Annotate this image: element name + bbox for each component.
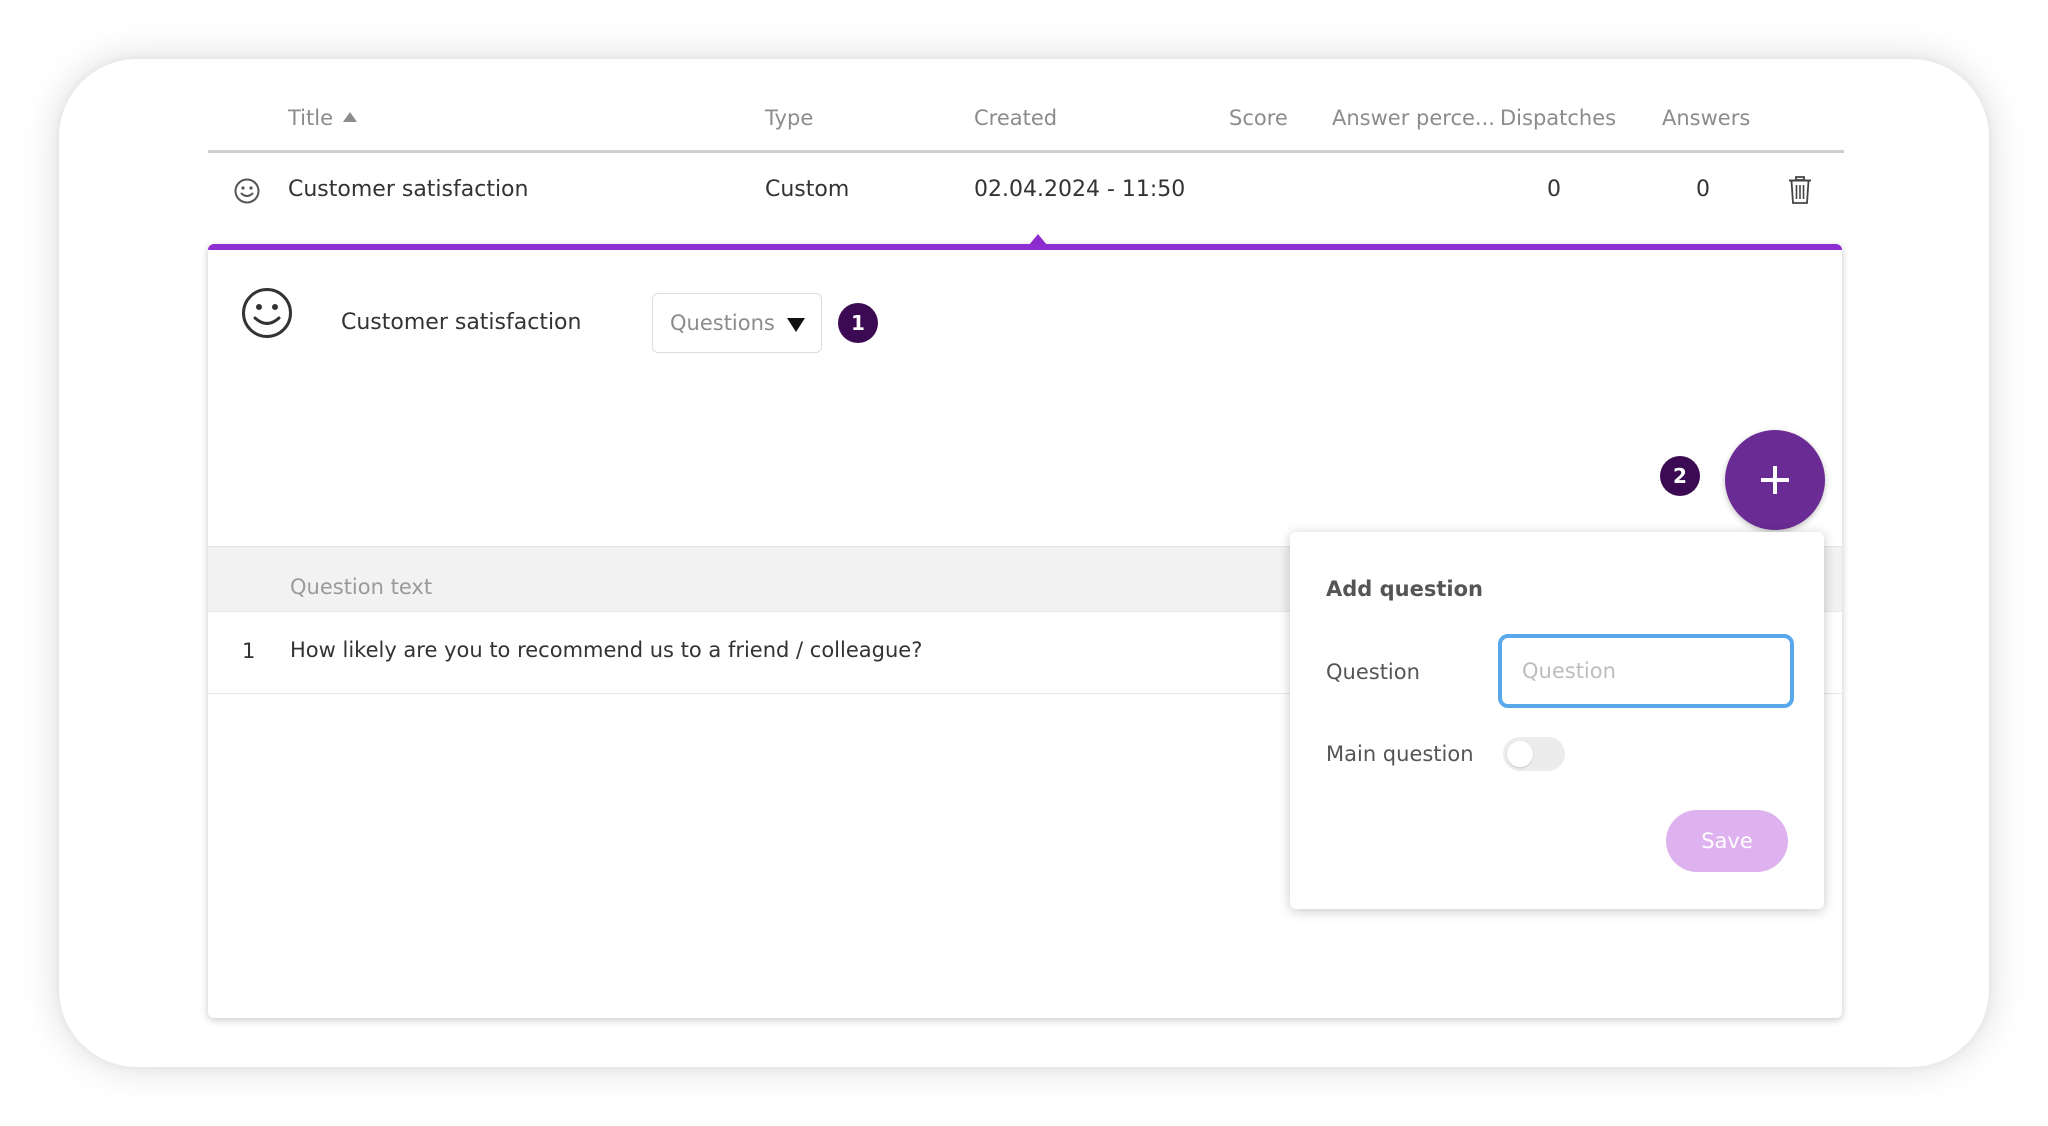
column-header-answer-percentage[interactable]: Answer perce... [1332,106,1495,130]
column-header-type[interactable]: Type [765,106,813,130]
popup-title: Add question [1326,577,1483,601]
question-text: How likely are you to recommend us to a … [290,638,923,662]
save-button[interactable]: Save [1666,810,1788,872]
table-header: Title Type Created Score Answer perce...… [208,100,1844,153]
add-question-popup: Add question Question Main question Save [1290,532,1824,909]
column-header-answers[interactable]: Answers [1662,106,1750,130]
step-marker-2: 2 [1660,456,1700,496]
column-header-dispatches[interactable]: Dispatches [1500,106,1616,130]
view-dropdown-value: Questions [670,311,775,335]
main-question-label: Main question [1326,742,1474,766]
row-type: Custom [765,177,850,202]
trash-icon[interactable] [1788,175,1812,205]
column-header-score[interactable]: Score [1229,106,1288,130]
row-title: Customer satisfaction [288,177,529,202]
sort-ascending-icon [343,112,358,122]
row-answers: 0 [1696,177,1710,202]
detail-title: Customer satisfaction [341,310,582,335]
row-dispatches: 0 [1547,177,1561,202]
toggle-knob [1507,741,1533,767]
table-row[interactable]: Customer satisfaction Custom 02.04.2024 … [208,153,1844,243]
column-header-title[interactable]: Title [288,106,358,130]
main-question-toggle[interactable] [1503,737,1565,771]
row-created: 02.04.2024 - 11:50 [974,177,1186,202]
question-number: 1 [242,639,256,663]
step-marker-1: 1 [838,303,878,343]
column-header-created[interactable]: Created [974,106,1057,130]
question-input[interactable] [1498,634,1794,708]
caret-down-icon [787,318,805,332]
question-text-column-header: Question text [290,575,433,599]
question-field-label: Question [1326,660,1420,684]
smiley-icon [242,288,292,338]
smiley-icon [234,178,260,204]
plus-icon [1761,466,1789,494]
view-dropdown[interactable]: Questions [652,293,822,353]
add-question-button[interactable] [1725,430,1825,530]
column-header-title-label: Title [288,106,334,130]
